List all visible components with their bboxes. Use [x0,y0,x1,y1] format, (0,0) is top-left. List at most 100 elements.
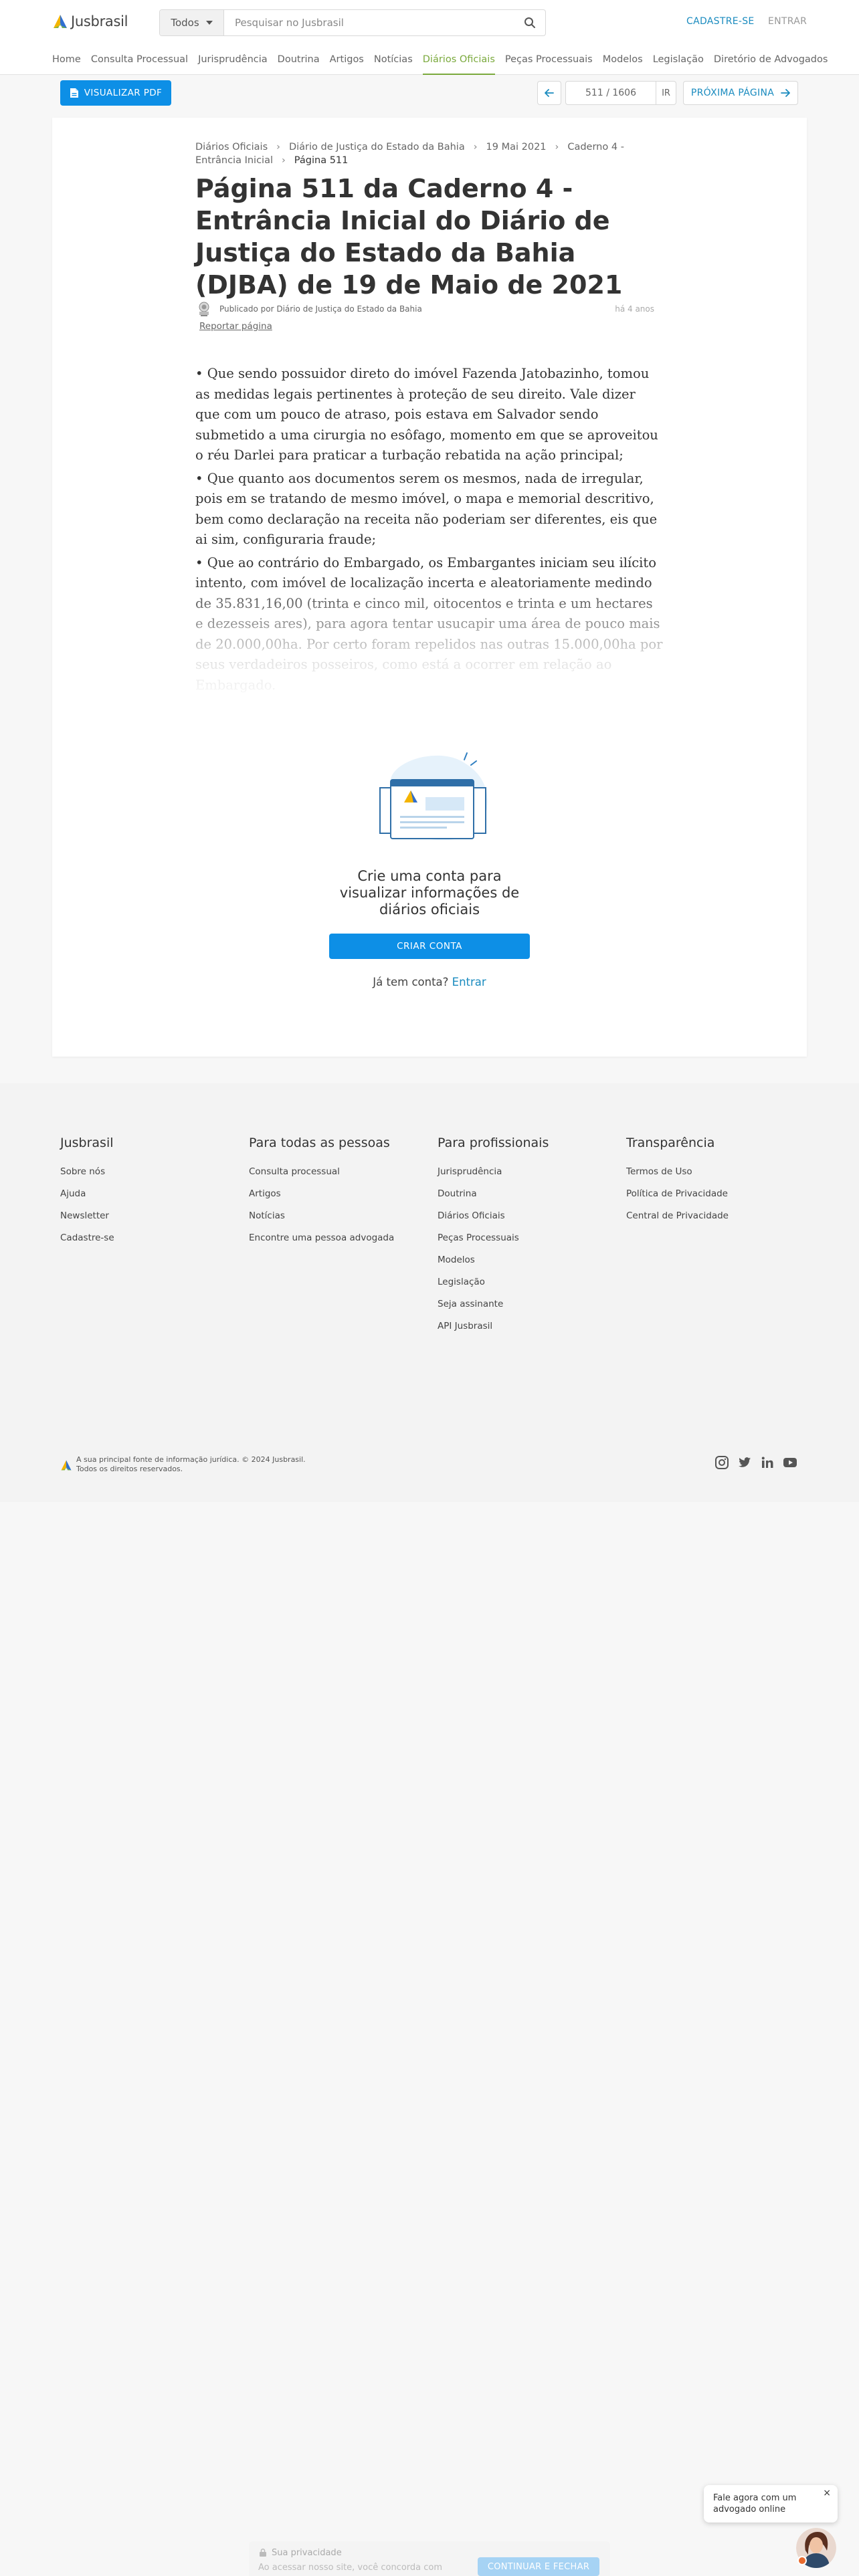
page-number-input[interactable]: 511 / 1606 [566,88,656,98]
nav-item[interactable]: Peças Processuais [505,44,593,75]
search-button[interactable] [514,10,545,35]
privacy-title: Sua privacidade [272,2548,342,2558]
footer-links: Jurisprudência Doutrina Diários Oficiais Pe… [438,1166,549,1343]
site-footer: Jusbrasil Sobre nós Ajuda Newsletter Cadast… [0,1083,859,1502]
search-bar: Todos [159,9,546,36]
footer-link[interactable]: Seja assinante [438,1299,549,1321]
page-title: Página 511 da Caderno 4 - Entrância Inic… [195,174,623,300]
footer-link[interactable]: Cadastre-se [60,1232,114,1255]
footer-links: Termos de Uso Política de Privacidade Cent… [626,1166,729,1232]
linkedin-icon[interactable] [760,1455,775,1470]
footer-link[interactable]: Política de Privacidade [626,1188,729,1210]
twitter-icon[interactable] [737,1455,752,1470]
nav-item[interactable]: Doutrina [278,44,320,75]
entrar-link[interactable]: ENTRAR [768,16,807,27]
nav-item[interactable]: Artigos [330,44,364,75]
publish-time: há 4 anos [615,304,654,314]
login-prompt-text: Já tem conta? [373,976,449,988]
footer-link[interactable]: Consulta processual [249,1166,394,1188]
breadcrumb-link[interactable]: 19 Mai 2021 [486,142,547,152]
nav-item[interactable]: Jurisprudência [198,44,268,75]
search-input[interactable] [224,10,514,35]
document-illustration [379,752,488,841]
next-page-button[interactable]: PRÓXIMA PÁGINA [683,81,798,105]
chat-prompt[interactable]: Fale agora com um advogado online × [704,2485,838,2523]
document-icon [70,88,78,98]
chat-message: Fale agora com um advogado online [713,2493,797,2514]
create-account-button[interactable]: CRIAR CONTA [329,934,530,959]
view-pdf-button[interactable]: VISUALIZAR PDF [60,80,171,106]
breadcrumb: Diários Oficiais › Diário de Justiça do Es… [195,140,664,167]
search-scope-label: Todos [171,17,199,29]
document-paragraph: • Que sendo possuidor direto do imóvel F… [195,366,658,463]
footer-column-profissionais: Para profissionais Jurisprudência Doutrin… [438,1136,549,1343]
footer-link[interactable]: Termos de Uso [626,1166,729,1188]
youtube-icon[interactable] [783,1455,797,1470]
document-text: • Que sendo possuidor direto do imóvel F… [195,364,664,705]
privacy-banner: Sua privacidade Ao acessar nosso site, v… [249,2541,610,2576]
nav-item[interactable]: Modelos [603,44,643,75]
continue-close-button[interactable]: CONTINUAR E FECHAR [478,2557,599,2576]
footer-link[interactable]: Legislação [438,1277,549,1299]
footer-link[interactable]: Jurisprudência [438,1166,549,1188]
lock-icon [260,2548,266,2557]
jusbrasil-logo[interactable]: Jusbrasil [52,13,128,29]
footer-logo-icon [61,1460,72,1471]
document-paragraph: • Que quanto aos documentos serem os mes… [195,470,658,548]
next-page-label: PRÓXIMA PÁGINA [690,88,775,98]
footer-column-pessoas: Para todas as pessoas Consulta processua… [249,1136,394,1255]
document-card: Diários Oficiais › Diário de Justiça do Es… [52,118,807,1057]
footer-link[interactable]: Encontre uma pessoa advogada [249,1232,394,1255]
chevron-right-icon: › [276,142,280,152]
online-status-dot [797,2556,807,2565]
footer-link[interactable]: Modelos [438,1255,549,1277]
footer-column-title: Jusbrasil [60,1136,114,1150]
footer-links: Sobre nós Ajuda Newsletter Cadastre-se [60,1166,114,1255]
breadcrumb-current: Página 511 [294,155,349,166]
footer-column-title: Transparência [626,1136,715,1150]
arrow-right-icon [781,89,791,97]
footer-link[interactable]: API Jusbrasil [438,1321,549,1343]
footer-column-title: Para profissionais [438,1136,549,1150]
footer-link[interactable]: Sobre nós [60,1166,114,1188]
login-link[interactable]: Entrar [452,976,486,988]
arrow-left-icon [545,89,554,97]
footer-column-title: Para todas as pessoas [249,1136,390,1150]
footer-link[interactable]: Central de Privacidade [626,1210,729,1232]
social-links [714,1455,797,1470]
nav-item[interactable]: Diretório de Advogados [714,44,828,75]
report-page-link[interactable]: Reportar página [199,321,272,332]
footer-column-transparencia: Transparência Termos de Uso Política de P… [626,1136,729,1232]
chevron-right-icon: › [281,155,286,166]
footer-link[interactable]: Notícias [249,1210,394,1232]
logo-text: Jusbrasil [71,13,128,29]
login-prompt: Já tem conta? Entrar [296,976,563,988]
breadcrumb-link[interactable]: Diário de Justiça do Estado da Bahia [289,142,465,152]
jusbrasil-logo-icon [54,15,67,28]
text-fade-overlay [195,578,664,705]
nav-item[interactable]: Consulta Processual [91,44,188,75]
footer-link[interactable]: Artigos [249,1188,394,1210]
close-icon[interactable]: × [823,2488,831,2499]
nav-item[interactable]: Notícias [374,44,413,75]
view-pdf-label: VISUALIZAR PDF [84,88,163,98]
publisher-text: Publicado por Diário de Justiça do Estad… [219,304,422,314]
previous-page-button[interactable] [537,81,561,105]
footer-link[interactable]: Ajuda [60,1188,114,1210]
footer-link[interactable]: Newsletter [60,1210,114,1232]
go-button[interactable]: IR [656,81,676,105]
footer-link[interactable]: Doutrina [438,1188,549,1210]
chevron-right-icon: › [555,142,559,152]
nav-item[interactable]: Legislação [653,44,704,75]
breadcrumb-link[interactable]: Diários Oficiais [195,142,268,152]
instagram-icon[interactable] [714,1455,729,1470]
cadastre-link[interactable]: CADASTRE-SE [686,16,755,27]
footer-link[interactable]: Peças Processuais [438,1232,549,1255]
nav-list: Home Consulta Processual Jurisprudência Dou… [52,44,828,75]
nav-item[interactable]: Diários Oficiais [422,44,496,75]
publisher-row: Publicado por Diário de Justiça do Estad… [197,301,654,317]
nav-item[interactable]: Home [52,44,81,75]
footer-link[interactable]: Diários Oficiais [438,1210,549,1232]
search-scope-select[interactable]: Todos [160,10,224,35]
chevron-right-icon: › [473,142,478,152]
